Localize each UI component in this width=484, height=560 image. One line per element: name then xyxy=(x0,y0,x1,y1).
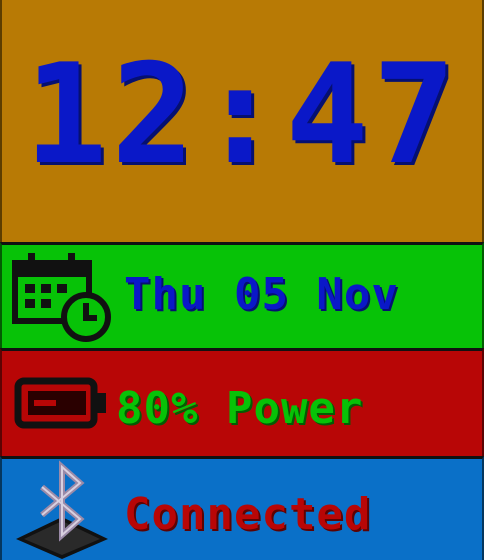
power-label: 80% Power xyxy=(116,383,364,434)
calendar-clock-icon xyxy=(10,249,114,345)
power-panel: 80% Power xyxy=(0,348,484,456)
clock-panel: 12:47 xyxy=(0,0,484,242)
battery-icon xyxy=(10,355,114,451)
date-panel: Thu 05 Nov xyxy=(0,242,484,348)
date-label: Thu 05 Nov xyxy=(124,269,399,320)
bluetooth-icon xyxy=(10,460,114,559)
bluetooth-status: Connected xyxy=(124,489,372,540)
clock-time: 12:47 xyxy=(24,34,460,195)
watch-face: 12:47 Thu 05 Nov 80% Power Connected xyxy=(0,0,484,560)
bluetooth-panel: Connected xyxy=(0,456,484,560)
